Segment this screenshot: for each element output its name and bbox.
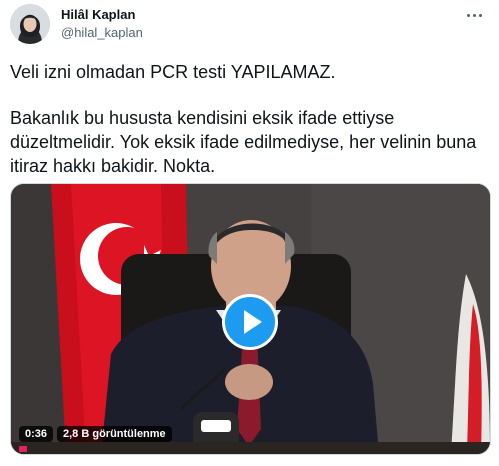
video-duration: 0:36 xyxy=(19,426,54,442)
author-avatar[interactable] xyxy=(10,4,50,44)
author-name[interactable]: Hilâl Kaplan xyxy=(61,7,135,22)
channel-logo xyxy=(19,446,27,452)
video-player[interactable]: 0:36 2,8 B görüntülenme xyxy=(10,183,491,455)
avatar-image xyxy=(10,4,50,44)
tweet-text: Veli izni olmadan PCR testi YAPILAMAZ. B… xyxy=(10,60,480,178)
play-icon xyxy=(243,310,262,334)
tweet-card: Hilâl Kaplan @hilal_kaplan Veli izni olm… xyxy=(0,0,499,466)
tweet-paragraph: Veli izni olmadan PCR testi YAPILAMAZ. xyxy=(10,62,336,82)
more-dots-icon xyxy=(466,13,470,17)
tweet-paragraph: Bakanlık bu hususta kendisini eksik ifad… xyxy=(10,108,477,176)
play-button[interactable] xyxy=(222,294,278,350)
author-handle[interactable]: @hilal_kaplan xyxy=(61,25,143,40)
more-options-button[interactable] xyxy=(461,6,487,24)
view-count: 2,8 B görüntülenme xyxy=(57,426,172,442)
channel-logo-icon xyxy=(19,446,27,452)
